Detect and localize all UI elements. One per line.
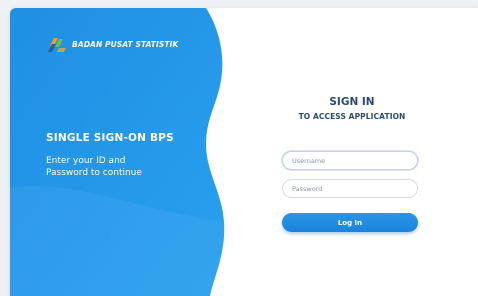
bps-logo-icon — [48, 38, 66, 52]
login-page: BADAN PUSAT STATISTIK SINGLE SIGN-ON BPS… — [0, 0, 478, 296]
panel-title: SINGLE SIGN-ON BPS — [46, 132, 174, 144]
panel-description-line1: Enter your ID and — [46, 156, 126, 166]
username-input[interactable] — [282, 151, 418, 170]
sign-in-form: SIGN IN TO ACCESS APPLICATION Log In — [282, 96, 422, 232]
form-title: SIGN IN — [329, 96, 375, 108]
login-card: BADAN PUSAT STATISTIK SINGLE SIGN-ON BPS… — [10, 8, 478, 296]
panel-description-line2: Password to continue — [46, 168, 142, 178]
login-button[interactable]: Log In — [282, 213, 418, 232]
brand-panel: BADAN PUSAT STATISTIK SINGLE SIGN-ON BPS… — [10, 8, 240, 296]
bps-logo: BADAN PUSAT STATISTIK — [46, 34, 178, 54]
brand-name: BADAN PUSAT STATISTIK — [72, 39, 179, 49]
form-subtitle: TO ACCESS APPLICATION — [298, 112, 406, 121]
panel-description: Enter your ID and Password to continue — [46, 155, 196, 179]
password-input[interactable] — [282, 179, 418, 198]
